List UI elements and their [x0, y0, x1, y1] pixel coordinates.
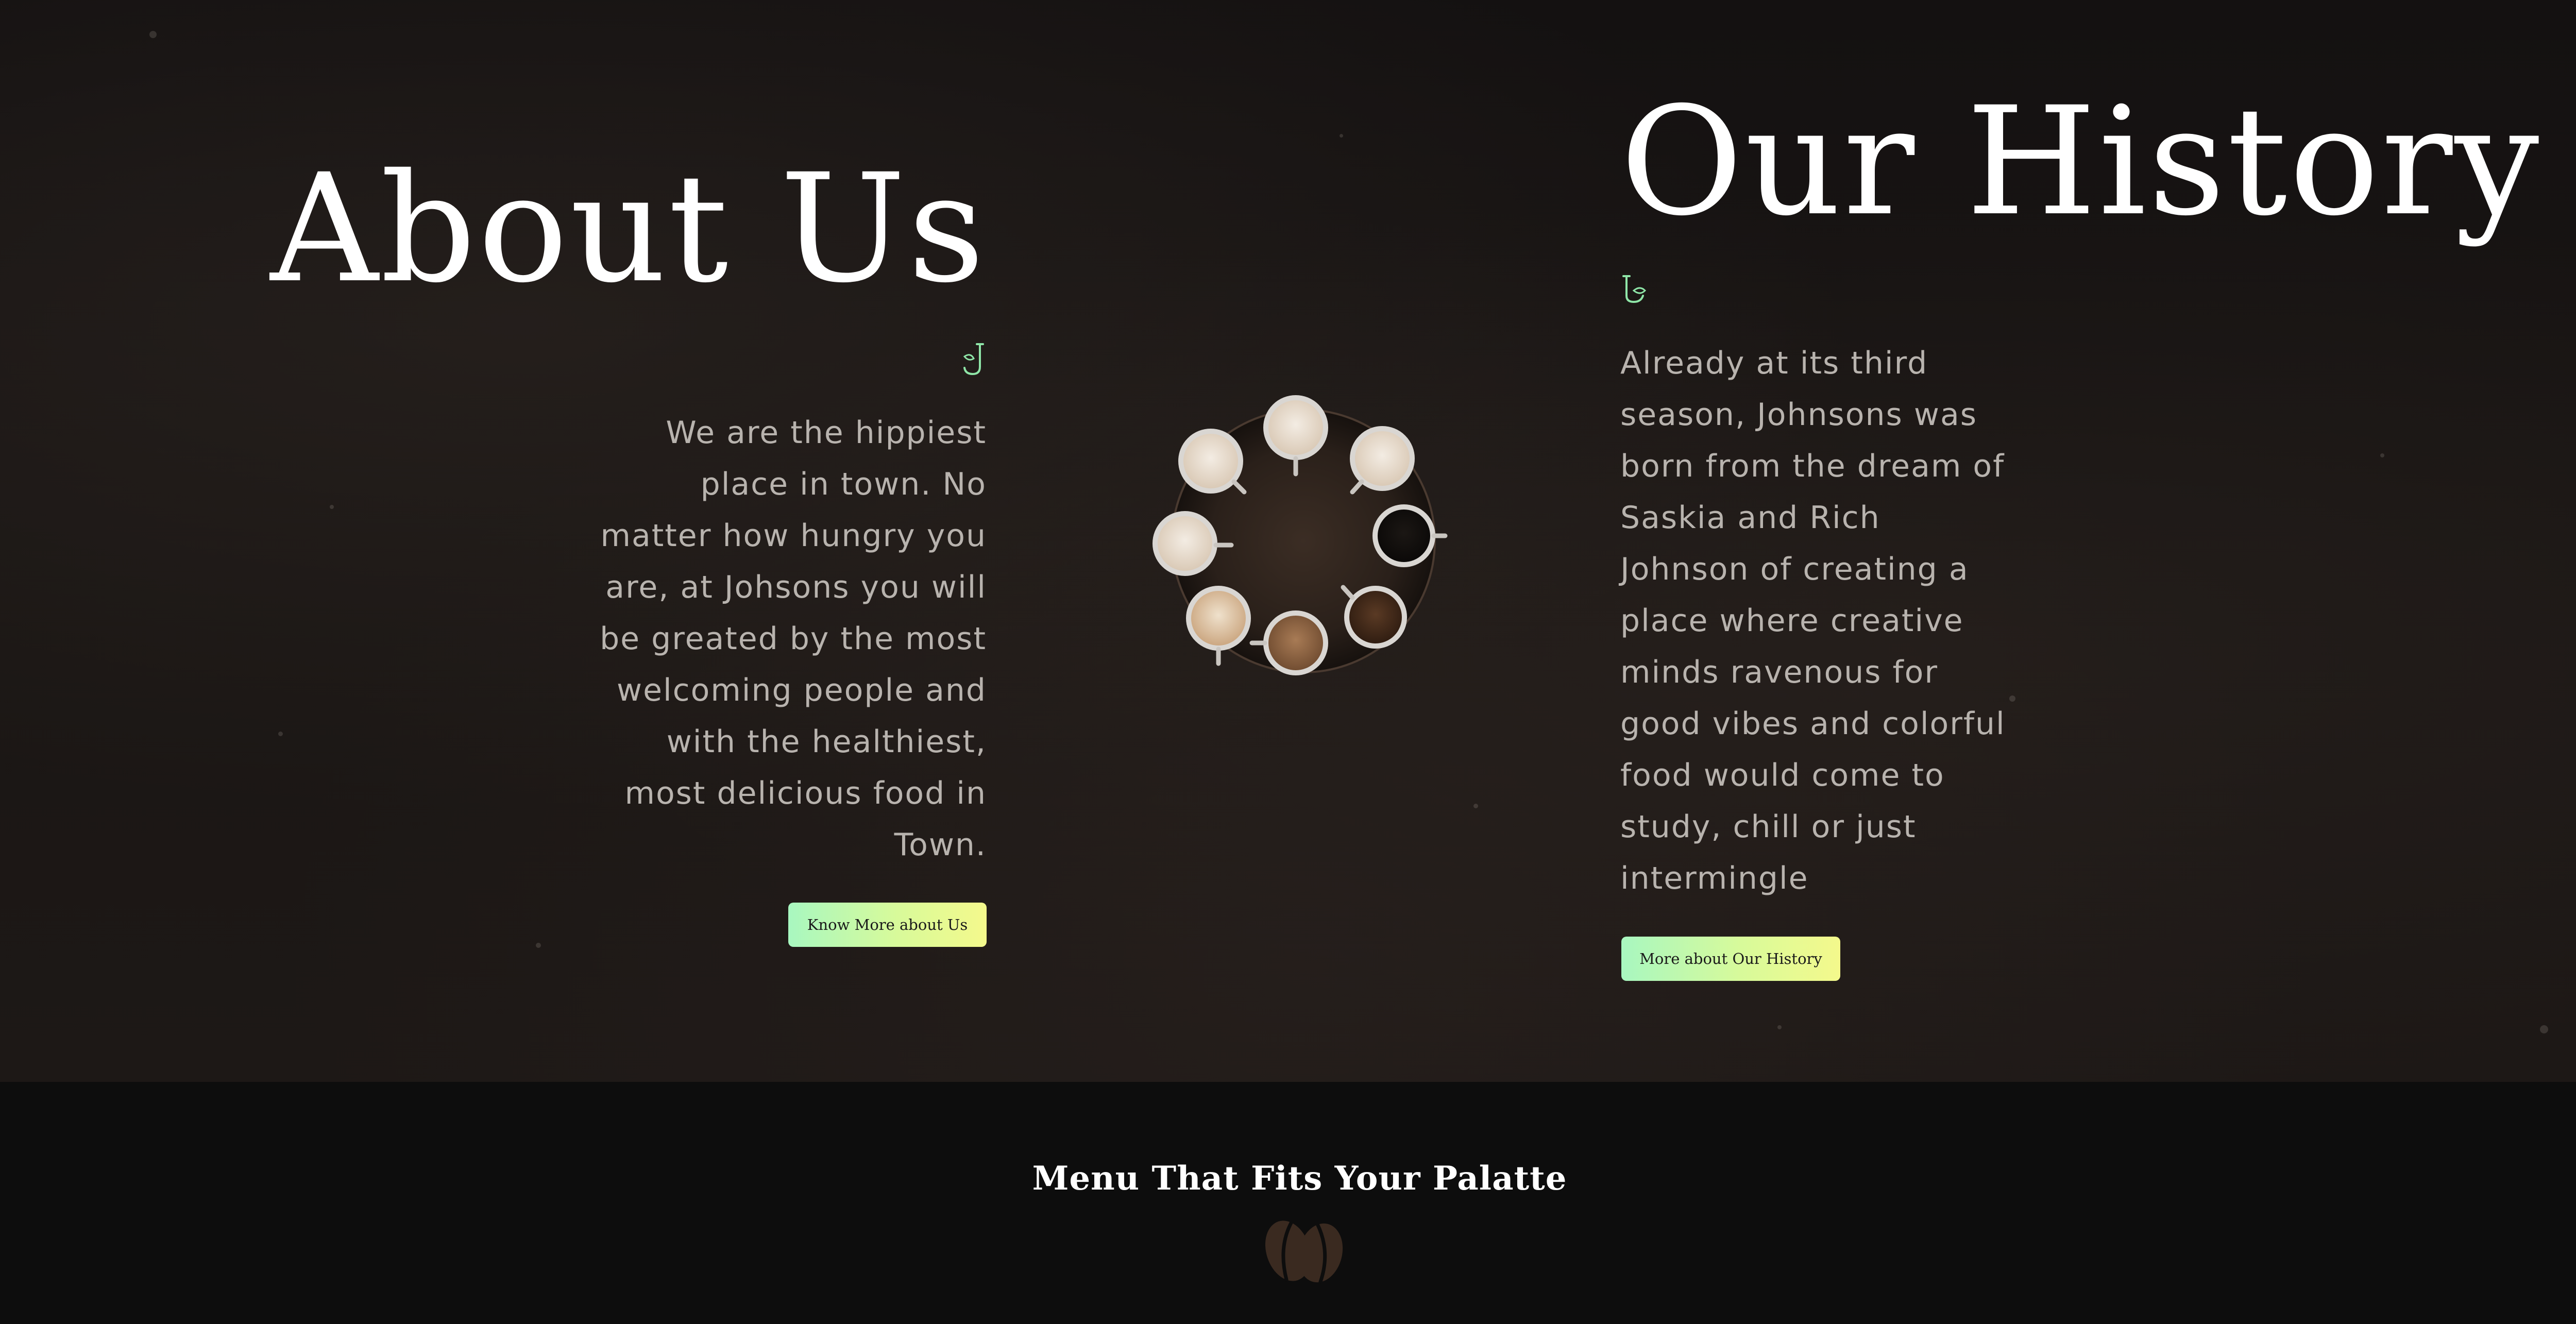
background-speck	[149, 31, 157, 38]
background-speck	[1777, 1025, 1782, 1029]
hero-section: About Us We are the hippiest place in to…	[0, 0, 2576, 1082]
background-speck	[536, 943, 541, 948]
about-title: About Us	[270, 142, 987, 316]
background-speck	[2380, 453, 2384, 457]
background-speck	[278, 732, 283, 736]
page: About Us We are the hippiest place in to…	[0, 0, 2576, 1324]
know-more-about-us-button[interactable]: Know More about Us	[788, 903, 987, 947]
monogram-j-icon	[963, 343, 984, 376]
coffee-beans-icon	[1265, 1220, 1343, 1284]
menu-section	[0, 1082, 2576, 1324]
background-speck	[2540, 1025, 2548, 1033]
history-description: Already at its third season, Johnsons wa…	[1620, 345, 2006, 896]
more-about-our-history-button[interactable]: More about Our History	[1621, 937, 1840, 981]
background-speck	[1473, 804, 1478, 808]
about-description: We are the hippiest place in town. No ma…	[600, 415, 987, 863]
menu-heading: Menu That Fits Your Palatte	[1032, 1159, 1567, 1198]
monogram-j-icon	[1622, 275, 1647, 303]
background-speck	[330, 505, 334, 509]
history-title: Our History	[1620, 75, 2541, 249]
coffee-cups-image	[1153, 395, 1448, 675]
background-speck	[1340, 134, 1343, 138]
